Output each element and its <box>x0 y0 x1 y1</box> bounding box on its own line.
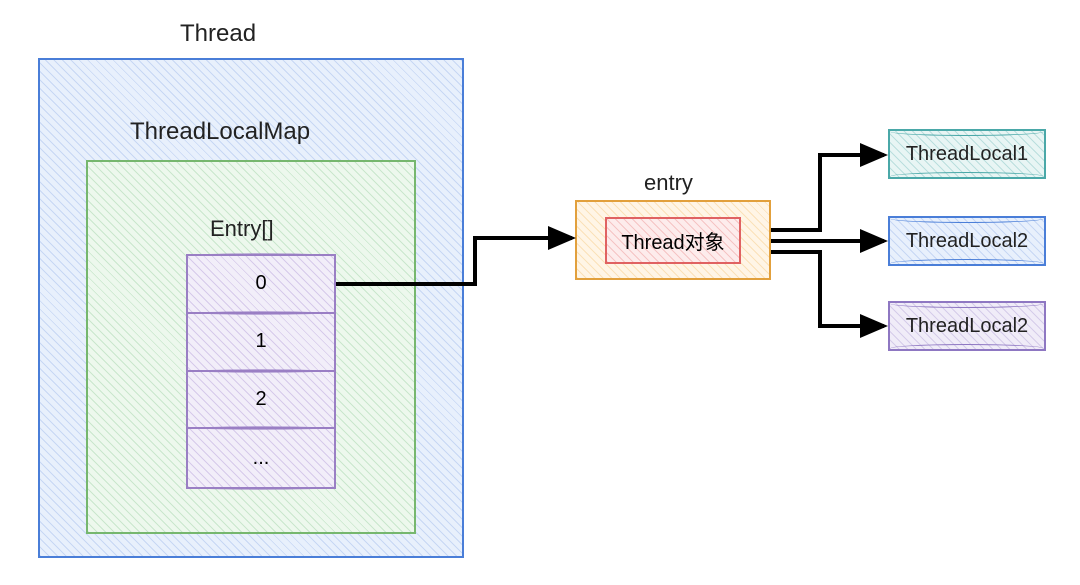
thread-title: Thread <box>180 20 256 48</box>
entry-cell-1: 1 <box>188 314 334 372</box>
arrow-entry-to-threadlocal3 <box>771 252 884 326</box>
threadlocal-1-box: ThreadLocal1 <box>888 129 1046 179</box>
entry-array-title: Entry[] <box>210 216 274 242</box>
threadlocalmap-title: ThreadLocalMap <box>130 118 310 146</box>
entry-cell-0: 0 <box>188 256 334 314</box>
entry-cell-3: ... <box>188 429 334 487</box>
entry-cell-2: 2 <box>188 372 334 430</box>
entry-cell-0-label: 0 <box>255 272 266 295</box>
entry-cell-1-label: 1 <box>255 330 266 353</box>
entry-cell-3-label: ... <box>253 447 270 470</box>
thread-object-box: Thread对象 <box>605 217 740 264</box>
threadlocal-2-label: ThreadLocal2 <box>906 230 1028 253</box>
threadlocal-3-label: ThreadLocal2 <box>906 315 1028 338</box>
arrow-entry-to-threadlocal1 <box>771 155 884 230</box>
thread-object-label: Thread对象 <box>621 232 724 254</box>
threadlocal-1-label: ThreadLocal1 <box>906 143 1028 166</box>
entry-cell-2-label: 2 <box>255 388 266 411</box>
threadlocal-3-box: ThreadLocal2 <box>888 301 1046 351</box>
entry-box: Thread对象 <box>575 200 771 280</box>
threadlocal-2-box: ThreadLocal2 <box>888 216 1046 266</box>
entry-array-box: 0 1 2 ... <box>186 254 336 489</box>
entry-title: entry <box>644 170 693 196</box>
